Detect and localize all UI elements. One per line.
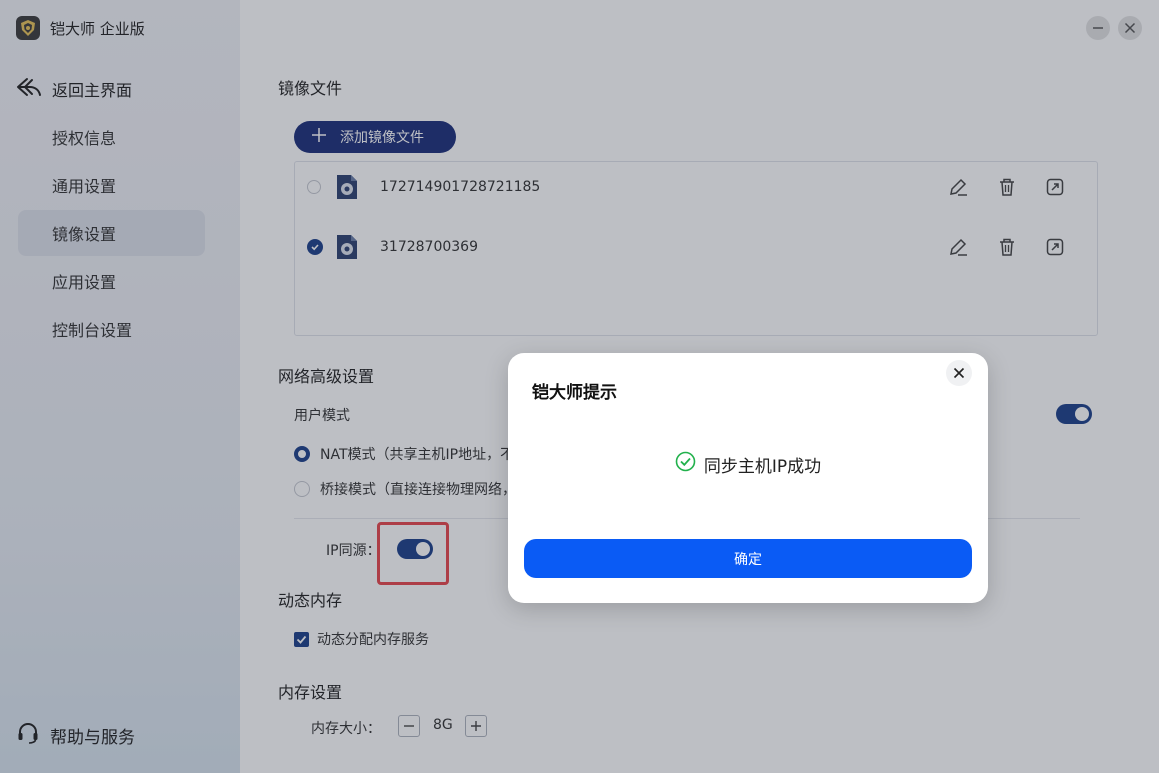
dialog-message: 同步主机IP成功 <box>703 456 822 477</box>
dialog-confirm-button[interactable]: 确定 <box>524 539 972 578</box>
notice-dialog: 铠大师提示 同步主机IP成功 确定 <box>508 353 988 603</box>
dialog-close-button[interactable] <box>946 360 972 386</box>
success-check-icon <box>675 451 696 477</box>
dialog-title: 铠大师提示 <box>532 383 617 403</box>
close-icon <box>953 364 965 383</box>
dialog-message-row: 同步主机IP成功 <box>508 451 988 477</box>
